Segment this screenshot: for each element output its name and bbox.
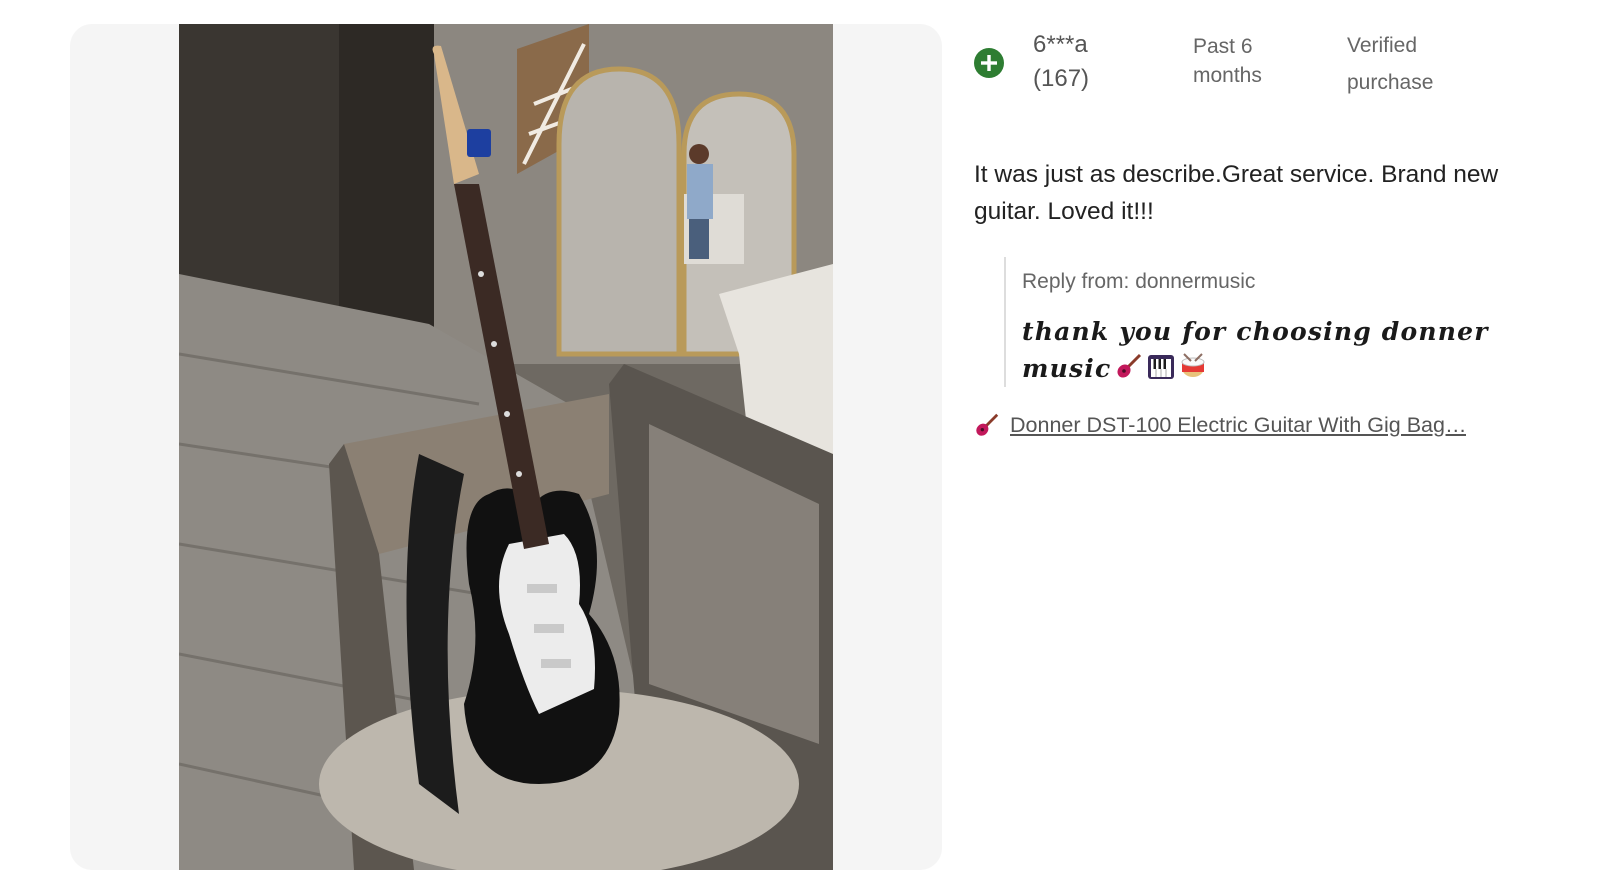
review-photo-panel[interactable] — [70, 24, 942, 870]
verified-purchase-badge: Verified purchase — [1347, 34, 1434, 94]
reviewer-name[interactable]: 6***a (167) — [1033, 28, 1153, 96]
drum-icon — [1181, 353, 1205, 377]
review-content: 6***a (167) Past 6 months Verified purch… — [974, 24, 1564, 438]
reviewer-username: 6***a — [1033, 31, 1088, 58]
product-link[interactable]: Donner DST-100 Electric Guitar With Gig … — [974, 412, 1494, 438]
seller-reply: Reply from: donnermusic thank you for ch… — [1004, 257, 1564, 387]
review-meta: 6***a (167) Past 6 months Verified purch… — [974, 24, 1564, 104]
guitar-icon — [1117, 353, 1142, 378]
review-body: It was just as describe.Great service. B… — [974, 161, 1499, 225]
piano-keys-icon — [1148, 355, 1175, 379]
reviewer-review-count: (167) — [1033, 65, 1090, 92]
review-photo[interactable] — [179, 24, 833, 870]
review-card: 6***a (167) Past 6 months Verified purch… — [0, 0, 1600, 895]
review-date: Past 6 months — [1193, 35, 1262, 87]
reply-body: thank you for choosing donner music — [1022, 317, 1489, 383]
product-link-label: Donner DST-100 Electric Guitar With Gig … — [1010, 412, 1467, 437]
plus-circle-icon[interactable] — [974, 48, 1004, 78]
reply-text-block: thank you for choosing donner music — [1022, 313, 1522, 387]
guitar-icon — [976, 413, 999, 436]
reply-author: Reply from: donnermusic — [1022, 270, 1256, 293]
